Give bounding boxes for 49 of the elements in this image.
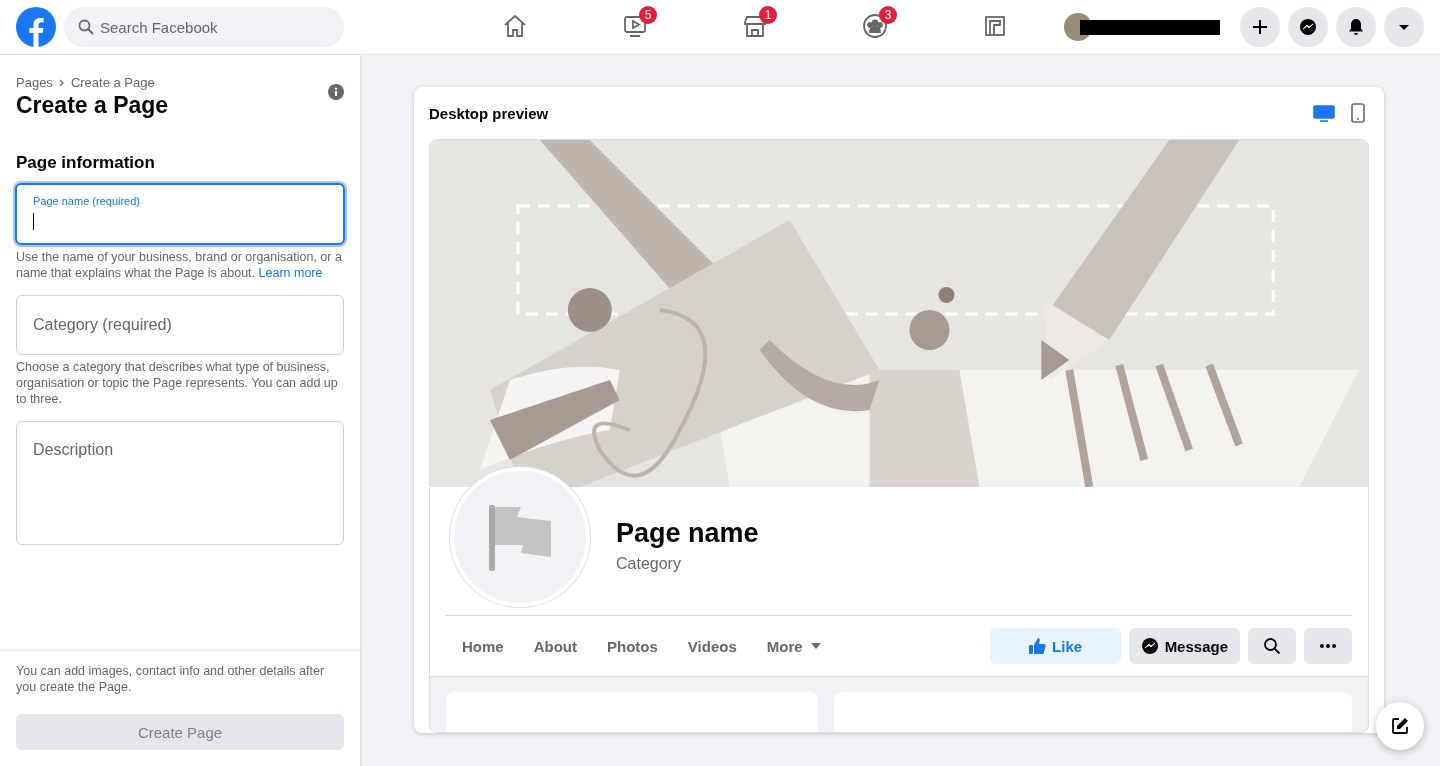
ellipsis-icon (1320, 644, 1336, 648)
watch-tab[interactable]: 5 (607, 2, 663, 52)
page-title: Create a Page (16, 92, 169, 119)
breadcrumb-link[interactable]: Pages (16, 75, 53, 90)
people-icon (861, 11, 889, 40)
input-field[interactable]: Page name (required) (15, 183, 345, 245)
page-tab[interactable]: Home (462, 637, 504, 655)
preview-title: Desktop preview (429, 104, 549, 122)
breadcrumb-link[interactable]: Create a Page (70, 75, 155, 90)
marketplace-tab[interactable]: 1 (727, 2, 783, 52)
logo-icon[interactable] (16, 7, 56, 47)
like-button[interactable]: Like (989, 628, 1121, 664)
caret-icon (1399, 24, 1409, 30)
notification-count: 1 (759, 6, 777, 24)
messenger-icon (1140, 637, 1159, 655)
page-tab[interactable]: Videos (687, 637, 737, 655)
text-cursor (33, 213, 34, 230)
page-tab[interactable]: Photos (607, 637, 658, 655)
info-icon[interactable] (328, 84, 344, 100)
create-button[interactable] (1240, 7, 1280, 47)
compose-button[interactable] (1376, 702, 1424, 750)
more-button[interactable] (1304, 628, 1352, 664)
helper-text: Choose a category that describes what type of business, organisation or topic the Page represents. You can add up to three. (16, 359, 339, 407)
learn-more-link[interactable]: Learn more (258, 266, 323, 280)
thumbs-up-icon (1028, 637, 1047, 655)
page-name: Page name (616, 517, 759, 549)
page-tab[interactable]: More (766, 637, 821, 655)
caret-icon (810, 643, 821, 649)
section-heading: Page information (16, 153, 156, 173)
input-field[interactable]: Category (required) (16, 295, 344, 355)
search-button[interactable] (1248, 628, 1296, 664)
message-button[interactable]: Message (1128, 628, 1240, 664)
page-tab[interactable]: About (533, 637, 577, 655)
page-category: Category (616, 554, 682, 573)
groups-tab[interactable]: 3 (847, 2, 903, 52)
plus-icon (1250, 17, 1270, 37)
messenger-button[interactable] (1288, 7, 1328, 47)
notification-count: 3 (879, 6, 897, 24)
textarea-field[interactable]: Description (16, 421, 344, 545)
notification-count: 5 (639, 6, 657, 24)
footer-note: You can add images, contact info and other details after you create the Page. (16, 663, 326, 695)
edit-icon (1390, 716, 1410, 736)
messenger-icon (1298, 17, 1318, 37)
search-field[interactable]: Search Facebook (64, 7, 344, 47)
monitor-icon[interactable] (1313, 102, 1335, 124)
search-icon (1263, 637, 1281, 655)
bell-icon (1346, 17, 1366, 37)
helper-text: Use the name of your business, brand or organisation, or a name that explains what the Page is about. Learn more (16, 249, 343, 281)
notifications-button[interactable] (1336, 7, 1376, 47)
